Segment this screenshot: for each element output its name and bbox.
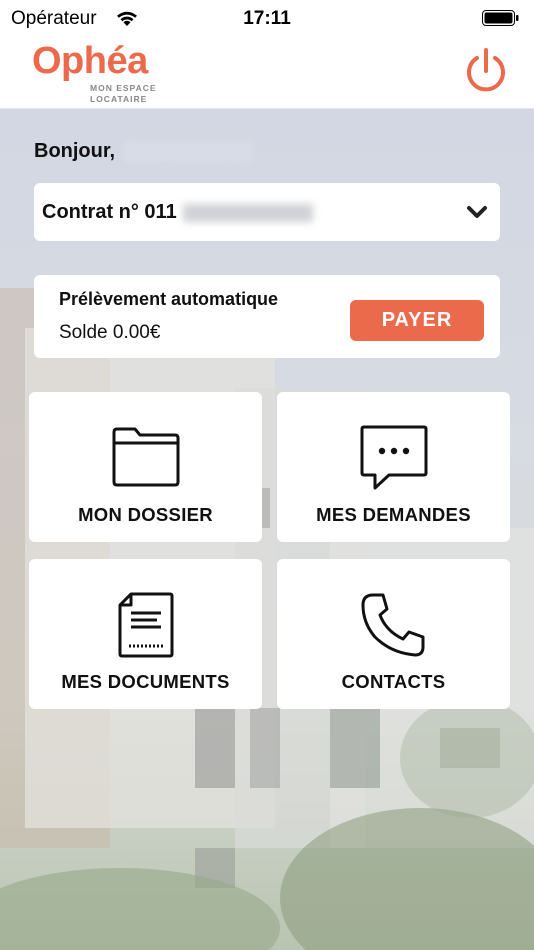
tile-mon-dossier[interactable]: MON DOSSIER	[29, 392, 262, 542]
chevron-down-icon	[467, 206, 487, 218]
tile-label: MES DEMANDES	[316, 504, 471, 525]
logo-subtitle-line2: LOCATAIRE	[90, 94, 148, 104]
status-bar: Opérateur 17:11	[0, 0, 534, 36]
logo-subtitle-line1: MON ESPACE	[90, 83, 157, 93]
payment-card: Prélèvement automatique Solde 0.00€ PAYE…	[34, 275, 500, 358]
contract-label: Contrat n° 011	[42, 201, 313, 224]
tile-label: CONTACTS	[341, 671, 446, 692]
tile-label: MON DOSSIER	[78, 504, 213, 525]
chat-bubble-icon	[360, 425, 427, 490]
user-name-redacted	[123, 141, 254, 162]
logout-power-icon[interactable]	[460, 44, 512, 96]
ophea-logo: Ophéa MON ESPACE LOCATAIRE	[32, 40, 172, 104]
tile-label: MES DOCUMENTS	[61, 671, 230, 692]
greeting-text: Bonjour,	[34, 140, 116, 162]
greeting: Bonjour,	[34, 140, 254, 163]
contract-number: Contrat n° 011	[42, 201, 177, 223]
pay-button[interactable]: PAYER	[350, 300, 484, 341]
tile-contacts[interactable]: CONTACTS	[277, 559, 510, 709]
document-icon	[118, 592, 173, 658]
tile-mes-documents[interactable]: MES DOCUMENTS	[29, 559, 262, 709]
battery-icon	[482, 10, 519, 26]
tile-mes-demandes[interactable]: MES DEMANDES	[277, 392, 510, 542]
contract-number-redacted	[182, 203, 313, 222]
payment-title: Prélèvement automatique	[59, 289, 279, 309]
balance-text: Solde 0.00€	[59, 322, 161, 343]
contract-select[interactable]: Contrat n° 011	[34, 183, 500, 241]
phone-icon	[361, 593, 424, 657]
app-header: Ophéa MON ESPACE LOCATAIRE	[0, 36, 534, 109]
logo-word: Ophéa	[32, 40, 148, 82]
folder-icon	[112, 427, 179, 487]
clock: 17:11	[243, 8, 291, 29]
